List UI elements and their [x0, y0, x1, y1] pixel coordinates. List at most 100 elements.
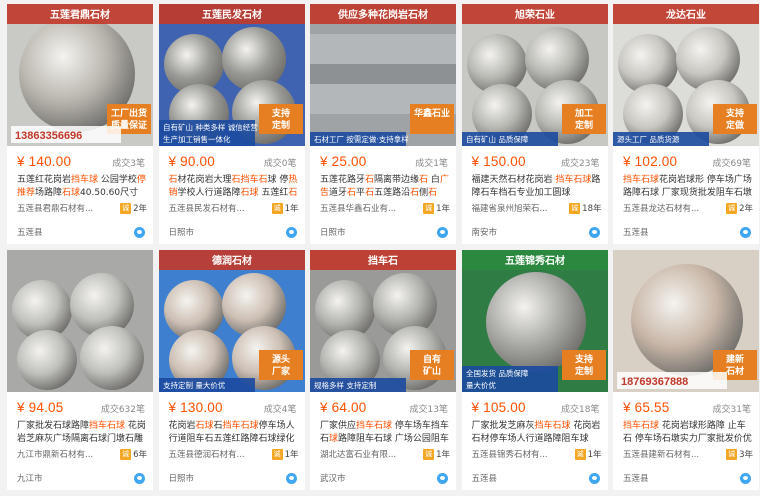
price: ¥ 94.05 — [17, 400, 64, 415]
years-text: 1年 — [436, 204, 450, 214]
product-card[interactable]: 五莲君鼎石材 工厂出货 质量保证 13863356696 ¥ 140.00 成交3笔 五莲红… — [7, 4, 153, 244]
product-image[interactable]: 五莲君鼎石材 工厂出货 质量保证 13863356696 — [7, 4, 153, 146]
product-card[interactable]: 建新 石材 18769367888 ¥ 65.55 成交31笔 挡车石球 花岗岩球形路障 … — [613, 250, 759, 490]
location: 南安市 — [471, 228, 498, 238]
image-bottom-text: 生产加工销售一体化 — [163, 134, 231, 144]
credit-badge-icon: 诚 — [271, 202, 283, 214]
price-row: ¥ 105.00 成交18笔 — [472, 400, 600, 418]
price: ¥ 150.00 — [471, 154, 526, 169]
product-card[interactable]: 供应多种花岗岩石材 华鑫石业 石材工厂 按需定做·支持拿样 ¥ 25.00 成交1笔 五莲… — [310, 4, 456, 244]
seller-name[interactable]: 五莲县君鼎石材有... — [17, 202, 120, 214]
product-card[interactable]: 挡车石 自有 矿山 规格多样 支持定制 ¥ 64.00 成交13笔 厂家供应挡车石球 停车场… — [310, 250, 456, 490]
product-title[interactable]: 挡车石球 花岗岩球形路障 止车石 停车场石墩实力厂家批发价优 — [623, 420, 753, 445]
product-card[interactable]: 五莲民发石材 支持 定制 自有矿山 种类多样 诚信经营 生产加工销售一体化 ¥ 90.00… — [158, 4, 305, 244]
product-image[interactable]: 五莲锦秀石材 支持 定制 全国发货 品质保障 量大价优 — [461, 250, 608, 392]
product-title[interactable]: 福建天然石材花岗岩 挡车石球路障石车档石专业加工圆球 — [472, 174, 602, 199]
chat-icon[interactable] — [134, 226, 145, 238]
product-card[interactable]: 德润石材 源头 厂家 支持定制 量大价优 ¥ 130.00 成交4笔 花岗岩石球石挡车石球停… — [158, 250, 305, 490]
deal-count: 成交0笔 — [263, 159, 297, 169]
seller-row: 九江市鼎新石材有... 诚 6年 — [17, 448, 147, 460]
product-image[interactable]: 建新 石材 18769367888 — [613, 250, 759, 392]
seller-name[interactable]: 福建省泉州旭荣石... — [472, 202, 570, 214]
seller-name[interactable]: 湖北达富石业有限... — [320, 448, 423, 460]
years-text: 6年 — [133, 450, 147, 460]
location-row: 日照市 — [320, 226, 448, 238]
seller-name[interactable]: 五莲县建新石材有... — [623, 448, 726, 460]
product-title[interactable]: 石材花岗岩大理石挡车石球 停热销学校人行道路障石球 五莲红石墩子 — [169, 174, 299, 199]
chat-icon[interactable] — [134, 472, 145, 484]
credit-badge-icon: 诚 — [423, 202, 435, 214]
seller-row: 五莲县德润石材有... 诚 1年 — [169, 448, 299, 460]
product-title[interactable]: 五莲红花岗岩挡车球 公园学校停推荐场路障石球40.50.60尺寸车止石 — [17, 174, 147, 199]
image-banner-text: 五莲民发石材 — [202, 8, 262, 21]
location: 五莲县 — [623, 228, 649, 238]
seller-name[interactable]: 五莲县华鑫石业有... — [320, 202, 423, 214]
product-image[interactable]: 挡车石 自有 矿山 规格多样 支持定制 — [310, 250, 456, 392]
years-text: 1年 — [284, 204, 299, 214]
price-row: ¥ 130.00 成交4笔 — [169, 400, 297, 418]
location-row: 五莲县 — [472, 472, 600, 484]
credit-badge-icon: 诚 — [726, 448, 738, 460]
product-title[interactable]: 花岗岩石球石挡车石球停车场人行道阻车石五莲红路障石球绿化石墩摆件路障 — [169, 420, 299, 445]
location-row: 日照市 — [169, 226, 297, 238]
image-tag-text: 定制 — [573, 365, 592, 377]
product-title[interactable]: 厂家供应挡车石球 停车场车挡车石球路障阻车石球 广场公园阻车石墩 — [320, 420, 450, 445]
price: ¥ 65.55 — [623, 400, 670, 415]
product-image[interactable]: 供应多种花岗岩石材 华鑫石业 石材工厂 按需定做·支持拿样 — [310, 4, 456, 146]
product-card[interactable]: 五莲锦秀石材 支持 定制 全国发货 品质保障 量大价优 ¥ 105.00 成交18笔厂家批发… — [461, 250, 608, 490]
chat-icon[interactable] — [588, 472, 600, 484]
credit-badge-icon: 诚 — [423, 448, 435, 460]
product-image[interactable]: 旭荣石业 加工 定制 自有矿山 品质保障 — [461, 4, 608, 146]
product-title[interactable]: 五莲花路牙石隔离带边缘石 白广告道牙石平石五莲路沿石侧石 — [320, 174, 450, 199]
seller-name[interactable]: 五莲县德润石材有... — [169, 448, 272, 460]
product-image[interactable]: 龙达石业 支持 定做 源头工厂 品质货源 — [613, 4, 759, 146]
chat-icon[interactable] — [285, 226, 297, 238]
seller-row: 五莲县龙达石材有... 诚 2年 — [623, 202, 753, 214]
image-tag-text: 定制 — [573, 119, 592, 131]
location: 日照市 — [168, 474, 195, 484]
image-bottom-text: 量大价优 — [466, 380, 496, 390]
years-badge: 诚 3年 — [726, 448, 753, 460]
image-tag-text: 定制 — [270, 119, 289, 131]
seller-name[interactable]: 五莲县龙达石材有... — [623, 202, 726, 214]
product-card[interactable]: 旭荣石业 加工 定制 自有矿山 品质保障 ¥ 150.00 成交23笔 福建天然石材花岗岩 … — [461, 4, 608, 244]
product-title[interactable]: 厂家批发石球路障挡车石球 花岗岩芝麻灰广场隔离石球门墩石雕批发 — [17, 420, 147, 445]
seller-row: 福建省泉州旭荣石... 诚 18年 — [472, 202, 602, 214]
chat-icon[interactable] — [740, 226, 751, 238]
chat-icon[interactable] — [285, 472, 297, 484]
location-row: 日照市 — [169, 472, 297, 484]
image-bottom-text: 支持定制 量大价优 — [163, 380, 226, 390]
product-grid: 五莲君鼎石材 工厂出货 质量保证 13863356696 ¥ 140.00 成交3笔 五莲红… — [7, 4, 759, 490]
price-row: ¥ 102.00 成交69笔 — [623, 154, 751, 172]
seller-name[interactable]: 五莲县民发石材有... — [169, 202, 272, 214]
chat-icon[interactable] — [437, 226, 448, 238]
product-image[interactable]: 五莲民发石材 支持 定制 自有矿山 种类多样 诚信经营 生产加工销售一体化 — [158, 4, 305, 146]
seller-row: 五莲县华鑫石业有... 诚 1年 — [320, 202, 450, 214]
price: ¥ 25.00 — [320, 154, 367, 169]
seller-name[interactable]: 九江市鼎新石材有... — [17, 448, 120, 460]
price: ¥ 140.00 — [17, 154, 72, 169]
product-image[interactable]: 德润石材 源头 厂家 支持定制 量大价优 — [158, 250, 305, 392]
years-text: 1年 — [587, 450, 602, 460]
image-banner-text: 挡车石 — [368, 254, 398, 267]
location: 五莲县 — [623, 474, 649, 484]
years-badge: 诚 6年 — [120, 448, 147, 460]
location: 九江市 — [17, 474, 43, 484]
product-title[interactable]: 挡车石球花岗岩球形 停车场广场路障石球 厂家现货批发阻车石墩子 — [623, 174, 753, 199]
chat-icon[interactable] — [740, 472, 751, 484]
location-row: 九江市 — [17, 472, 145, 484]
deal-count: 成交18笔 — [561, 405, 600, 415]
product-card[interactable]: 龙达石业 支持 定做 源头工厂 品质货源 ¥ 102.00 成交69笔挡车石球花岗岩球形 … — [613, 4, 759, 244]
deal-count: 成交4笔 — [263, 405, 297, 415]
product-title[interactable]: 厂家批发芝麻灰挡车石球 花岗岩石材停车场人行道路障阻车球 — [472, 420, 602, 445]
image-tag-text: 厂家 — [271, 365, 290, 377]
chat-icon[interactable] — [437, 472, 448, 484]
image-bottom-text: 石材工厂 按需定做·支持拿样 — [314, 134, 409, 144]
credit-badge-icon: 诚 — [120, 202, 132, 214]
years-text: 1年 — [284, 450, 299, 460]
chat-icon[interactable] — [588, 226, 600, 238]
seller-name[interactable]: 五莲县锦秀石材有... — [472, 448, 575, 460]
image-phone-text: 13863356696 — [15, 130, 82, 142]
product-card[interactable]: ¥ 94.05 成交632笔 厂家批发石球路障挡车石球 花岗岩芝麻灰广场隔离石球门墩… — [7, 250, 153, 490]
product-image[interactable] — [7, 250, 153, 392]
